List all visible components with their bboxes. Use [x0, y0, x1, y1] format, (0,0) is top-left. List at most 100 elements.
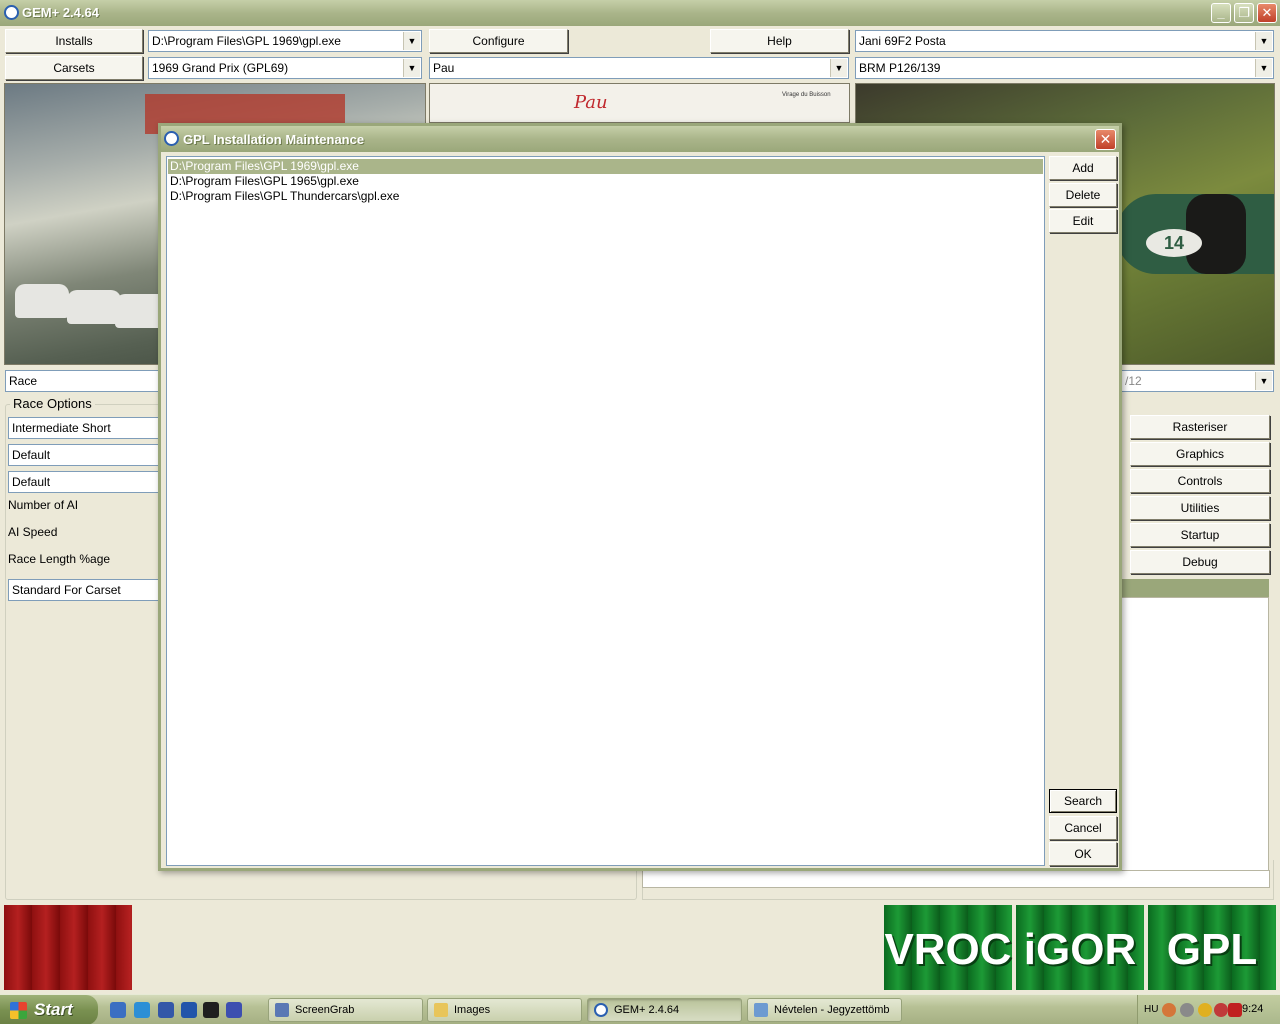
main-title-bar[interactable]: GEM+ 2.4.64 _ ❐ ✕ — [0, 0, 1280, 26]
chevron-down-icon[interactable]: ▼ — [1255, 59, 1272, 77]
track-value: Pau — [433, 61, 455, 75]
install-list-item[interactable]: D:\Program Files\GPL 1969\gpl.exe — [168, 159, 1043, 174]
driver-value: Jani 69F2 Posta — [859, 34, 946, 48]
install-list-item[interactable]: D:\Program Files\GPL 1965\gpl.exe — [168, 174, 1043, 189]
close-button[interactable]: ✕ — [1257, 3, 1277, 23]
chevron-down-icon[interactable]: ▼ — [403, 59, 420, 77]
race-options-title: Race Options — [10, 396, 95, 411]
start-button[interactable]: Start — [0, 995, 98, 1024]
dialog-close-button[interactable]: ✕ — [1095, 129, 1116, 150]
carset-select[interactable]: 1969 Grand Prix (GPL69) ▼ — [148, 57, 422, 79]
ai-speed-label: AI Speed — [8, 525, 58, 539]
list-header-strip — [1121, 579, 1269, 597]
ie-icon[interactable] — [110, 1002, 126, 1018]
clock[interactable]: 9:24 — [1242, 1003, 1263, 1015]
dialog-title: GPL Installation Maintenance — [183, 132, 365, 147]
task-gem[interactable]: GEM+ 2.4.64 — [587, 998, 742, 1022]
rasteriser-button[interactable]: Rasteriser — [1130, 415, 1270, 439]
startup-button[interactable]: Startup — [1130, 523, 1270, 547]
messenger-icon[interactable] — [158, 1002, 174, 1018]
restore-button[interactable]: ❐ — [1234, 3, 1254, 23]
chevron-down-icon[interactable]: ▼ — [830, 59, 847, 77]
race-option-2[interactable]: Default — [8, 444, 160, 466]
folder-icon — [434, 1003, 448, 1017]
right-combo-value: /12 — [1125, 374, 1142, 388]
task-notepad[interactable]: Névtelen - Jegyzettömb — [747, 998, 902, 1022]
taskbar: Start ScreenGrab Images GEM+ 2.4.64 Névt… — [0, 994, 1280, 1024]
chevron-down-icon[interactable]: ▼ — [1255, 372, 1272, 390]
word-icon[interactable] — [203, 1002, 219, 1018]
chevron-down-icon[interactable]: ▼ — [1255, 32, 1272, 50]
vroc-banner-button[interactable]: VROC — [884, 905, 1012, 990]
security-shield-icon[interactable] — [1214, 1003, 1228, 1017]
driver-select[interactable]: Jani 69F2 Posta ▼ — [855, 30, 1274, 52]
edit-button[interactable]: Edit — [1049, 209, 1117, 233]
installs-listbox[interactable]: D:\Program Files\GPL 1969\gpl.exe D:\Pro… — [166, 156, 1045, 866]
browser-icon[interactable] — [134, 1002, 150, 1018]
gem-app-icon — [594, 1003, 608, 1017]
task-screengrab[interactable]: ScreenGrab — [268, 998, 423, 1022]
antivirus-icon[interactable] — [1228, 1003, 1242, 1017]
race-option-1-value: Intermediate Short — [12, 421, 111, 435]
race-length-label: Race Length %age — [8, 552, 111, 566]
race-option-3-value: Default — [12, 475, 51, 489]
search-button[interactable]: Search — [1049, 789, 1117, 813]
start-label: Start — [34, 1000, 73, 1019]
right-list-panel[interactable] — [1121, 597, 1269, 887]
delete-button[interactable]: Delete — [1049, 183, 1117, 207]
igor-banner-button[interactable]: iGOR — [1016, 905, 1144, 990]
session-value: Race — [9, 374, 38, 388]
save-disk-icon[interactable] — [226, 1002, 242, 1018]
race-length-value: Standard For Carset — [12, 583, 121, 597]
debug-button[interactable]: Debug — [1130, 550, 1270, 574]
car-value: BRM P126/139 — [859, 61, 941, 75]
install-path-value: D:\Program Files\GPL 1969\gpl.exe — [152, 34, 341, 48]
ok-button[interactable]: OK — [1049, 842, 1117, 866]
race-car-image — [67, 290, 121, 324]
carset-value: 1969 Grand Prix (GPL69) — [152, 61, 289, 75]
track-map-title: Pau — [574, 92, 608, 113]
cancel-button[interactable]: Cancel — [1049, 816, 1117, 840]
help-button[interactable]: Help — [710, 29, 849, 53]
warning-icon[interactable] — [1198, 1003, 1212, 1017]
carsets-button[interactable]: Carsets — [5, 56, 143, 80]
bottom-text-panel[interactable] — [642, 870, 1270, 888]
session-field[interactable]: Race — [5, 370, 160, 392]
gpl-banner-button[interactable]: GPL — [1148, 905, 1276, 990]
installs-button[interactable]: Installs — [5, 29, 143, 53]
configure-button[interactable]: Configure — [429, 29, 568, 53]
track-map-corner-label: Virage du Buisson — [782, 92, 831, 98]
add-button[interactable]: Add — [1049, 156, 1117, 180]
race-car-image — [15, 284, 69, 318]
task-label: Images — [454, 1004, 491, 1016]
track-select[interactable]: Pau ▼ — [429, 57, 849, 79]
chevron-down-icon[interactable]: ▼ — [403, 32, 420, 50]
race-option-3[interactable]: Default — [8, 471, 160, 493]
install-maintenance-dialog: GPL Installation Maintenance ✕ D:\Progra… — [158, 123, 1122, 871]
track-map-image: Pau Virage du Buisson — [429, 83, 850, 123]
system-tray: HU 9:24 — [1137, 995, 1280, 1024]
controls-button[interactable]: Controls — [1130, 469, 1270, 493]
race-length-field[interactable]: Standard For Carset — [8, 579, 160, 601]
media-player-icon[interactable] — [181, 1002, 197, 1018]
install-list-item[interactable]: D:\Program Files\GPL Thundercars\gpl.exe — [168, 189, 1043, 204]
language-indicator[interactable]: HU — [1144, 1004, 1158, 1015]
notepad-icon — [754, 1003, 768, 1017]
car-select[interactable]: BRM P126/139 ▼ — [855, 57, 1274, 79]
graphics-button[interactable]: Graphics — [1130, 442, 1270, 466]
task-label: GEM+ 2.4.64 — [614, 1004, 680, 1016]
screengrab-icon — [275, 1003, 289, 1017]
dialog-title-bar[interactable]: GPL Installation Maintenance ✕ — [161, 126, 1119, 152]
install-path-select[interactable]: D:\Program Files\GPL 1969\gpl.exe ▼ — [148, 30, 422, 52]
tray-arrow-icon[interactable] — [1162, 1003, 1176, 1017]
task-images[interactable]: Images — [427, 998, 582, 1022]
utilities-button[interactable]: Utilities — [1130, 496, 1270, 520]
minimize-button[interactable]: _ — [1211, 3, 1231, 23]
gem-app-icon — [164, 131, 179, 146]
race-option-1[interactable]: Intermediate Short — [8, 417, 160, 439]
network-icon[interactable] — [1180, 1003, 1194, 1017]
task-label: Névtelen - Jegyzettömb — [774, 1004, 890, 1016]
number-of-ai-label: Number of AI — [8, 498, 79, 512]
red-flag-banner[interactable] — [4, 905, 132, 990]
right-combo[interactable]: /12 ▼ — [1121, 370, 1274, 392]
